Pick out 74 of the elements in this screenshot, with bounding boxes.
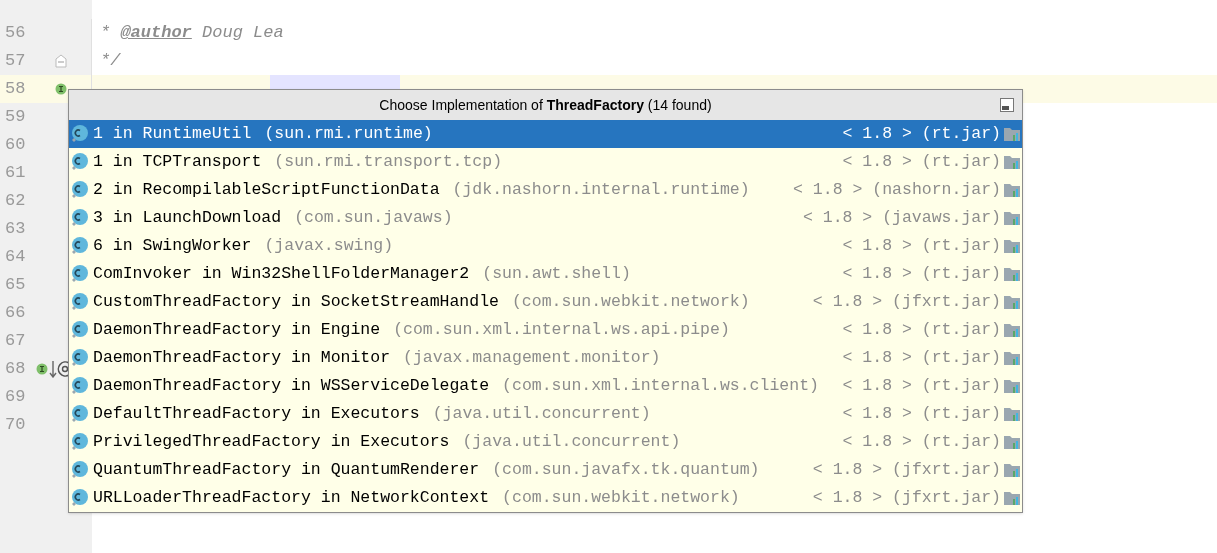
class-name: 1 in RuntimeUtil (93, 122, 252, 145)
library-name: < 1.8 > (javaws.jar) (802, 206, 1001, 229)
class-name: DaemonThreadFactory in WSServiceDelegate (93, 374, 490, 397)
class-name: ComInvoker in Win32ShellFolderManager2 (93, 262, 470, 285)
library-name: < 1.8 > (nashorn.jar) (793, 178, 1001, 201)
implementation-item[interactable]: DefaultThreadFactory in Executors (java.util.concurrent) < 1.8 > (rt.jar) (69, 400, 1022, 428)
line-number: 58 (4, 78, 27, 101)
class-name: DefaultThreadFactory in Executors (93, 402, 420, 425)
library-name: < 1.8 > (jfxrt.jar) (812, 290, 1001, 313)
package-name: (com.sun.webkit.network) (511, 290, 750, 313)
package-name: (com.sun.javaws) (294, 206, 453, 229)
line-number: 68 (4, 358, 27, 381)
library-name: < 1.8 > (rt.jar) (842, 346, 1001, 369)
implementation-item[interactable]: PrivilegedThreadFactory in Executors (java.util.concurrent) < 1.8 > (rt.jar) (69, 428, 1022, 456)
class-name: 6 in SwingWorker (93, 234, 252, 257)
line-number: 62 (4, 190, 27, 213)
line-number: 63 (4, 218, 27, 241)
class-name: 3 in LaunchDownload (93, 206, 282, 229)
library-name: < 1.8 > (rt.jar) (842, 318, 1001, 341)
line-number: 67 (4, 330, 27, 353)
code-line: */ (99, 50, 121, 73)
library-name: < 1.8 > (jfxrt.jar) (812, 486, 1001, 509)
line-number: 69 (4, 386, 27, 409)
package-name: (com.sun.webkit.network) (502, 486, 740, 509)
line-number: 60 (4, 134, 27, 157)
line-number: 59 (4, 106, 27, 129)
popup-title: Choose Implementation of ThreadFactory (14 found) (379, 95, 712, 115)
package-name: (javax.management.monitor) (403, 346, 661, 369)
implementation-item[interactable]: 2 in RecompilableScriptFunctionData (jdk.nashorn.internal.runtime) < 1.8 > (nashorn.jar) (69, 176, 1022, 204)
implementation-item[interactable]: DaemonThreadFactory in WSServiceDelegate (com.sun.xml.internal.ws.client) < 1.8 > (rt.jar) (69, 372, 1022, 400)
implementation-item[interactable]: CustomThreadFactory in SocketStreamHandle (com.sun.webkit.network) < 1.8 > (jfxrt.jar) (69, 288, 1022, 316)
library-name: < 1.8 > (rt.jar) (842, 122, 1001, 145)
library-name: < 1.8 > (rt.jar) (842, 402, 1001, 425)
line-number: 56 (4, 22, 27, 45)
class-name: 1 in TCPTransport (93, 150, 262, 173)
line-number: 61 (4, 162, 27, 185)
library-name: < 1.8 > (jfxrt.jar) (812, 458, 1001, 481)
package-name: (java.util.concurrent) (462, 430, 681, 453)
implementation-item[interactable]: 3 in LaunchDownload (com.sun.javaws) < 1.8 > (javaws.jar) (69, 204, 1022, 232)
implementation-item[interactable]: DaemonThreadFactory in Engine (com.sun.xml.internal.ws.api.pipe) < 1.8 > (rt.jar) (69, 316, 1022, 344)
class-name: DaemonThreadFactory in Engine (93, 318, 381, 341)
implementation-item[interactable]: URLLoaderThreadFactory in NetworkContext (com.sun.webkit.network) < 1.8 > (jfxrt.jar) (69, 484, 1022, 512)
package-name: (com.sun.xml.internal.ws.api.pipe) (393, 318, 730, 341)
library-name: < 1.8 > (rt.jar) (842, 374, 1001, 397)
class-name: DaemonThreadFactory in Monitor (93, 346, 391, 369)
library-name: < 1.8 > (rt.jar) (842, 262, 1001, 285)
class-name: 2 in RecompilableScriptFunctionData (93, 178, 440, 201)
class-name: CustomThreadFactory in SocketStreamHandle (93, 290, 499, 313)
implementation-item[interactable]: 6 in SwingWorker (javax.swing) < 1.8 > (rt.jar) (69, 232, 1022, 260)
package-name: (java.util.concurrent) (432, 402, 651, 425)
package-name: (sun.rmi.runtime) (264, 122, 433, 145)
package-name: (sun.awt.shell) (482, 262, 631, 285)
implementation-item[interactable]: ComInvoker in Win32ShellFolderManager2 (sun.awt.shell) < 1.8 > (rt.jar) (69, 260, 1022, 288)
implementation-item[interactable]: 1 in TCPTransport (sun.rmi.transport.tcp) < 1.8 > (rt.jar) (69, 148, 1022, 176)
code-line: * @author Doug Lea (99, 22, 284, 45)
package-name: (com.sun.javafx.tk.quantum) (492, 458, 760, 481)
class-name: PrivilegedThreadFactory in Executors (93, 430, 450, 453)
line-number: 57 (4, 50, 27, 73)
implementation-item[interactable]: DaemonThreadFactory in Monitor (javax.management.monitor) < 1.8 > (rt.jar) (69, 344, 1022, 372)
library-name: < 1.8 > (rt.jar) (842, 234, 1001, 257)
line-number: 70 (4, 414, 27, 437)
line-number: 66 (4, 302, 27, 325)
class-name: URLLoaderThreadFactory in NetworkContext (93, 486, 490, 509)
package-name: (jdk.nashorn.internal.runtime) (452, 178, 750, 201)
implementation-item[interactable]: 1 in RuntimeUtil (sun.rmi.runtime) < 1.8 > (rt.jar) (69, 120, 1022, 148)
library-name: < 1.8 > (rt.jar) (842, 430, 1001, 453)
implementation-item[interactable]: QuantumThreadFactory in QuantumRenderer (com.sun.javafx.tk.quantum) < 1.8 > (jfxrt.jar) (69, 456, 1022, 484)
package-name: (javax.swing) (264, 234, 394, 257)
package-name: (sun.rmi.transport.tcp) (274, 150, 503, 173)
class-name: QuantumThreadFactory in QuantumRenderer (93, 458, 480, 481)
line-number: 64 (4, 246, 27, 269)
library-name: < 1.8 > (rt.jar) (842, 150, 1001, 173)
line-number: 65 (4, 274, 27, 297)
package-name: (com.sun.xml.internal.ws.client) (502, 374, 819, 397)
